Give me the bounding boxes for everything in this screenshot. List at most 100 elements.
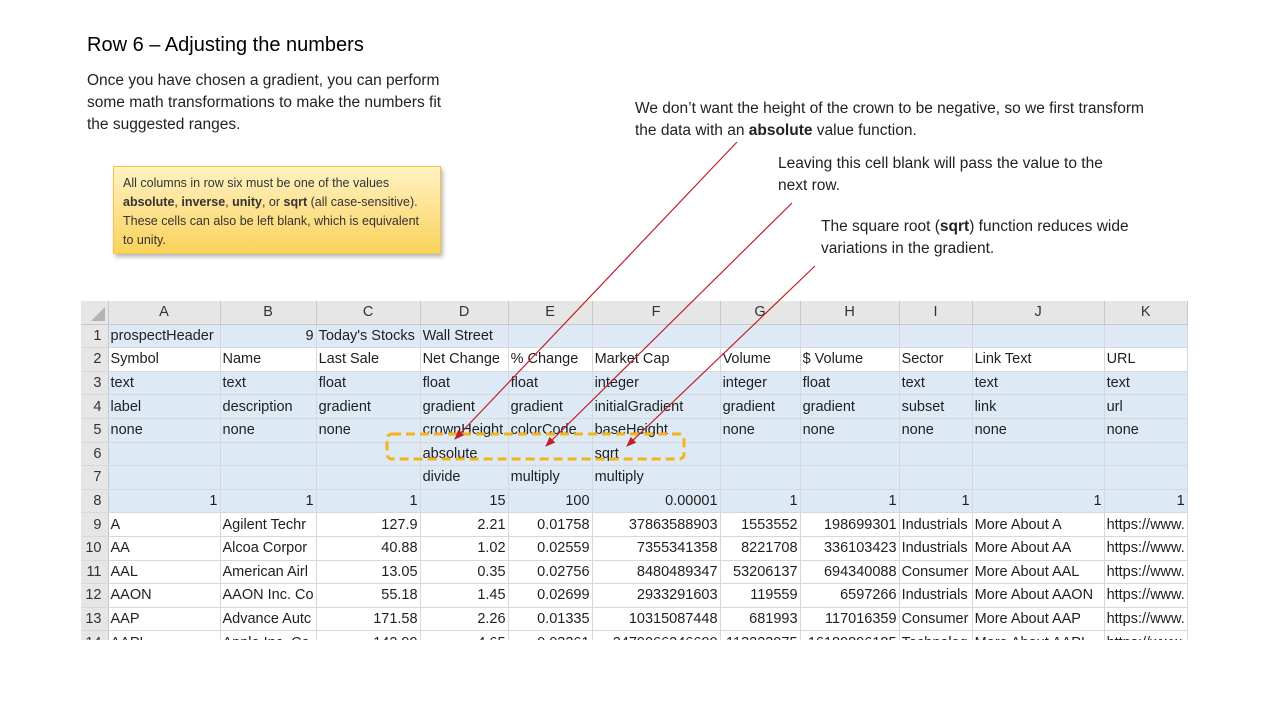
cell[interactable]: Apple Inc. Co xyxy=(220,630,317,640)
cell[interactable]: American Airl xyxy=(220,560,317,585)
row-header[interactable]: 10 xyxy=(81,536,109,561)
cell[interactable]: url xyxy=(1104,394,1188,419)
cell[interactable]: 1 xyxy=(972,489,1105,514)
cell[interactable]: Market Cap xyxy=(592,347,721,372)
cell[interactable]: https://www. xyxy=(1104,512,1188,537)
select-all-corner[interactable] xyxy=(81,301,109,325)
cell[interactable]: 4.65 xyxy=(420,630,509,640)
cell[interactable]: float xyxy=(420,371,509,396)
cell[interactable]: More About A xyxy=(972,512,1105,537)
cell[interactable]: float xyxy=(316,371,421,396)
cell[interactable]: 113223975 xyxy=(720,630,801,640)
cell[interactable]: none xyxy=(220,418,317,443)
cell[interactable]: 1 xyxy=(1104,489,1188,514)
cell[interactable]: divide xyxy=(420,465,509,490)
cell[interactable] xyxy=(316,465,421,490)
cell[interactable]: % Change xyxy=(508,347,593,372)
cell[interactable]: link xyxy=(972,394,1105,419)
row-header[interactable]: 7 xyxy=(81,465,109,490)
cell[interactable]: text xyxy=(972,371,1105,396)
row-header[interactable]: 12 xyxy=(81,583,109,608)
column-header-a[interactable]: A xyxy=(108,301,221,325)
cell[interactable]: 37863588903 xyxy=(592,512,721,537)
cell[interactable]: 0.00001 xyxy=(592,489,721,514)
cell[interactable]: gradient xyxy=(420,394,509,419)
cell[interactable]: 127.9 xyxy=(316,512,421,537)
cell[interactable]: absolute xyxy=(420,442,509,467)
cell[interactable] xyxy=(899,442,973,467)
cell[interactable]: https://www. xyxy=(1104,560,1188,585)
cell[interactable]: More About AAON xyxy=(972,583,1105,608)
column-header-g[interactable]: G xyxy=(720,301,801,325)
cell[interactable]: 8221708 xyxy=(720,536,801,561)
cell[interactable]: AAL xyxy=(108,560,221,585)
cell[interactable]: 2933291603 xyxy=(592,583,721,608)
column-header-e[interactable]: E xyxy=(508,301,593,325)
cell[interactable]: Symbol xyxy=(108,347,221,372)
cell[interactable]: https://www. xyxy=(1104,583,1188,608)
cell[interactable]: gradient xyxy=(316,394,421,419)
cell[interactable]: gradient xyxy=(800,394,900,419)
cell[interactable]: A xyxy=(108,512,221,537)
cell[interactable]: 1553552 xyxy=(720,512,801,537)
column-header-d[interactable]: D xyxy=(420,301,509,325)
cell[interactable]: 55.18 xyxy=(316,583,421,608)
cell[interactable]: integer xyxy=(592,371,721,396)
cell[interactable]: 10315087448 xyxy=(592,607,721,632)
cell[interactable] xyxy=(1104,465,1188,490)
cell[interactable]: text xyxy=(899,371,973,396)
cell[interactable] xyxy=(316,442,421,467)
cell[interactable] xyxy=(108,465,221,490)
cell[interactable]: Volume xyxy=(720,347,801,372)
cell[interactable] xyxy=(592,324,721,349)
cell[interactable]: none xyxy=(720,418,801,443)
cell[interactable]: Industrials xyxy=(899,512,973,537)
cell[interactable]: 1 xyxy=(720,489,801,514)
cell[interactable]: More About AA xyxy=(972,536,1105,561)
cell[interactable]: 40.88 xyxy=(316,536,421,561)
cell[interactable]: 198699301 xyxy=(800,512,900,537)
cell[interactable]: float xyxy=(508,371,593,396)
cell[interactable]: $ Volume xyxy=(800,347,900,372)
cell[interactable] xyxy=(1104,442,1188,467)
cell[interactable]: multiply xyxy=(508,465,593,490)
cell[interactable]: Agilent Techr xyxy=(220,512,317,537)
cell[interactable]: 1.45 xyxy=(420,583,509,608)
cell[interactable]: Name xyxy=(220,347,317,372)
cell[interactable]: 2.21 xyxy=(420,512,509,537)
cell[interactable]: 0.03361 xyxy=(508,630,593,640)
cell[interactable]: integer xyxy=(720,371,801,396)
cell[interactable]: AAPL xyxy=(108,630,221,640)
cell[interactable]: 0.02756 xyxy=(508,560,593,585)
cell[interactable]: Industrials xyxy=(899,583,973,608)
cell[interactable]: baseHeight xyxy=(592,418,721,443)
cell[interactable]: 171.58 xyxy=(316,607,421,632)
cell[interactable]: https://www. xyxy=(1104,630,1188,640)
cell[interactable]: https://www. xyxy=(1104,536,1188,561)
cell[interactable]: description xyxy=(220,394,317,419)
cell[interactable] xyxy=(720,324,801,349)
cell[interactable]: 7355341358 xyxy=(592,536,721,561)
cell[interactable]: 2479066246600 xyxy=(592,630,721,640)
cell[interactable] xyxy=(800,324,900,349)
cell[interactable]: Alcoa Corpor xyxy=(220,536,317,561)
cell[interactable] xyxy=(972,465,1105,490)
cell[interactable]: AAON xyxy=(108,583,221,608)
cell[interactable]: Consumer xyxy=(899,560,973,585)
column-header-b[interactable]: B xyxy=(220,301,317,325)
cell[interactable] xyxy=(508,324,593,349)
cell[interactable]: colorCode xyxy=(508,418,593,443)
cell[interactable]: 15 xyxy=(420,489,509,514)
cell[interactable]: 53206137 xyxy=(720,560,801,585)
cell[interactable]: 13.05 xyxy=(316,560,421,585)
cell[interactable]: initialGradient xyxy=(592,394,721,419)
cell[interactable]: none xyxy=(1104,418,1188,443)
cell[interactable] xyxy=(220,465,317,490)
cell[interactable] xyxy=(800,465,900,490)
cell[interactable]: Today's Stocks xyxy=(316,324,421,349)
cell[interactable] xyxy=(220,442,317,467)
cell[interactable]: float xyxy=(800,371,900,396)
cell[interactable]: 0.02559 xyxy=(508,536,593,561)
cell[interactable]: none xyxy=(108,418,221,443)
column-header-f[interactable]: F xyxy=(592,301,721,325)
